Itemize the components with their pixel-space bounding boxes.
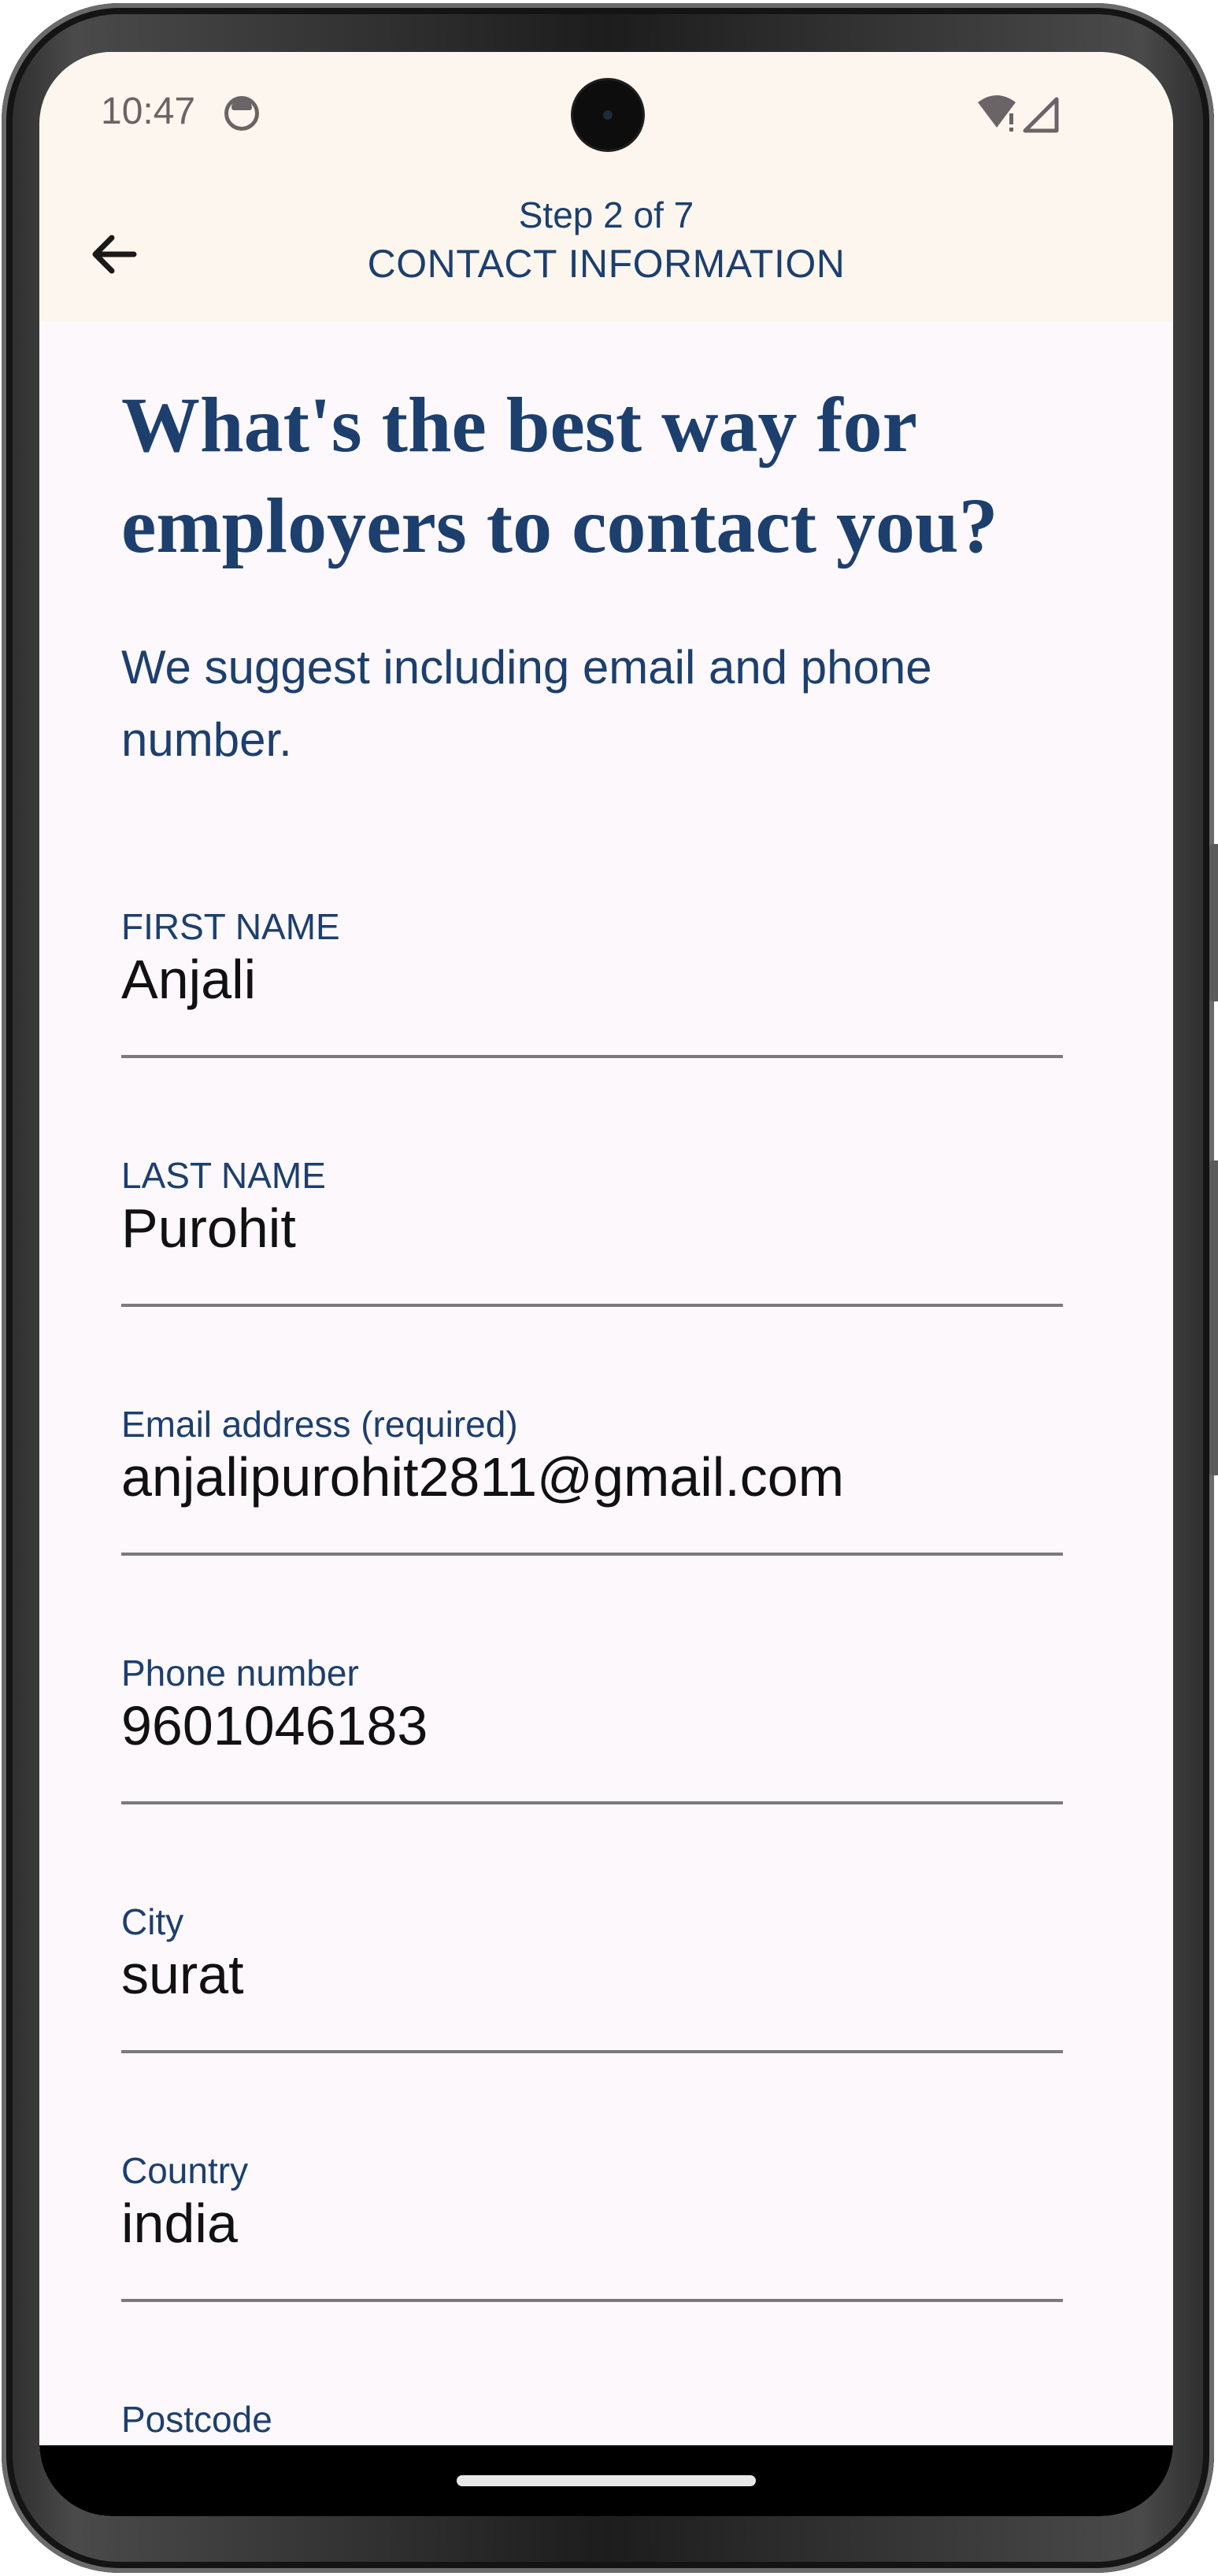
first-name-input[interactable]: Anjali	[121, 948, 256, 1011]
section-title: CONTACT INFORMATION	[367, 242, 846, 286]
field-underline	[121, 2050, 1063, 2053]
phone-input[interactable]: 9601046183	[121, 1694, 428, 1757]
field-underline	[121, 1055, 1063, 1058]
power-button	[1209, 844, 1218, 1001]
page-subtext: We suggest including email and phone num…	[121, 641, 932, 766]
city-input[interactable]: surat	[121, 1943, 244, 2006]
field-label: Country	[121, 2150, 249, 2191]
phone-field[interactable]: Phone number 9601046183	[121, 1652, 1063, 1809]
field-label: Postcode	[121, 2399, 272, 2440]
field-underline	[121, 1553, 1063, 1556]
country-field[interactable]: Country india	[121, 2149, 1063, 2307]
screen: 10:47 Step 2 of 7 CONTACT INFORMATION Wh…	[39, 52, 1173, 2516]
page-headline: What's the best way for employers to con…	[121, 381, 998, 569]
field-underline	[121, 1801, 1063, 1804]
volume-button	[1209, 1160, 1218, 1475]
wifi-signal-icon	[978, 95, 1059, 133]
front-camera	[573, 80, 642, 150]
field-label: City	[121, 1901, 184, 1942]
notification-icon	[224, 96, 259, 131]
field-underline	[121, 1304, 1063, 1307]
app-header: 10:47 Step 2 of 7 CONTACT INFORMATION	[39, 52, 1173, 321]
step-indicator: Step 2 of 7	[518, 194, 694, 235]
city-field[interactable]: City surat	[121, 1901, 1063, 2058]
navigation-bar	[39, 2445, 1173, 2516]
field-underline	[121, 2299, 1063, 2302]
first-name-field[interactable]: FIRST NAME Anjali	[121, 905, 1063, 1063]
phone-frame: 10:47 Step 2 of 7 CONTACT INFORMATION Wh…	[2, 3, 1218, 2573]
field-label: LAST NAME	[121, 1155, 326, 1196]
email-field[interactable]: Email address (required) anjalipurohit28…	[121, 1403, 1063, 1560]
email-input[interactable]: anjalipurohit2811@gmail.com	[121, 1445, 844, 1508]
status-time: 10:47	[101, 91, 196, 132]
field-label: Phone number	[121, 1653, 359, 1693]
last-name-field[interactable]: LAST NAME Purohit	[121, 1154, 1063, 1312]
country-input[interactable]: india	[121, 2192, 238, 2255]
last-name-input[interactable]: Purohit	[121, 1197, 296, 1260]
home-gesture-handle[interactable]	[457, 2475, 756, 2486]
field-label: Email address (required)	[121, 1404, 518, 1445]
field-label: FIRST NAME	[121, 906, 340, 947]
